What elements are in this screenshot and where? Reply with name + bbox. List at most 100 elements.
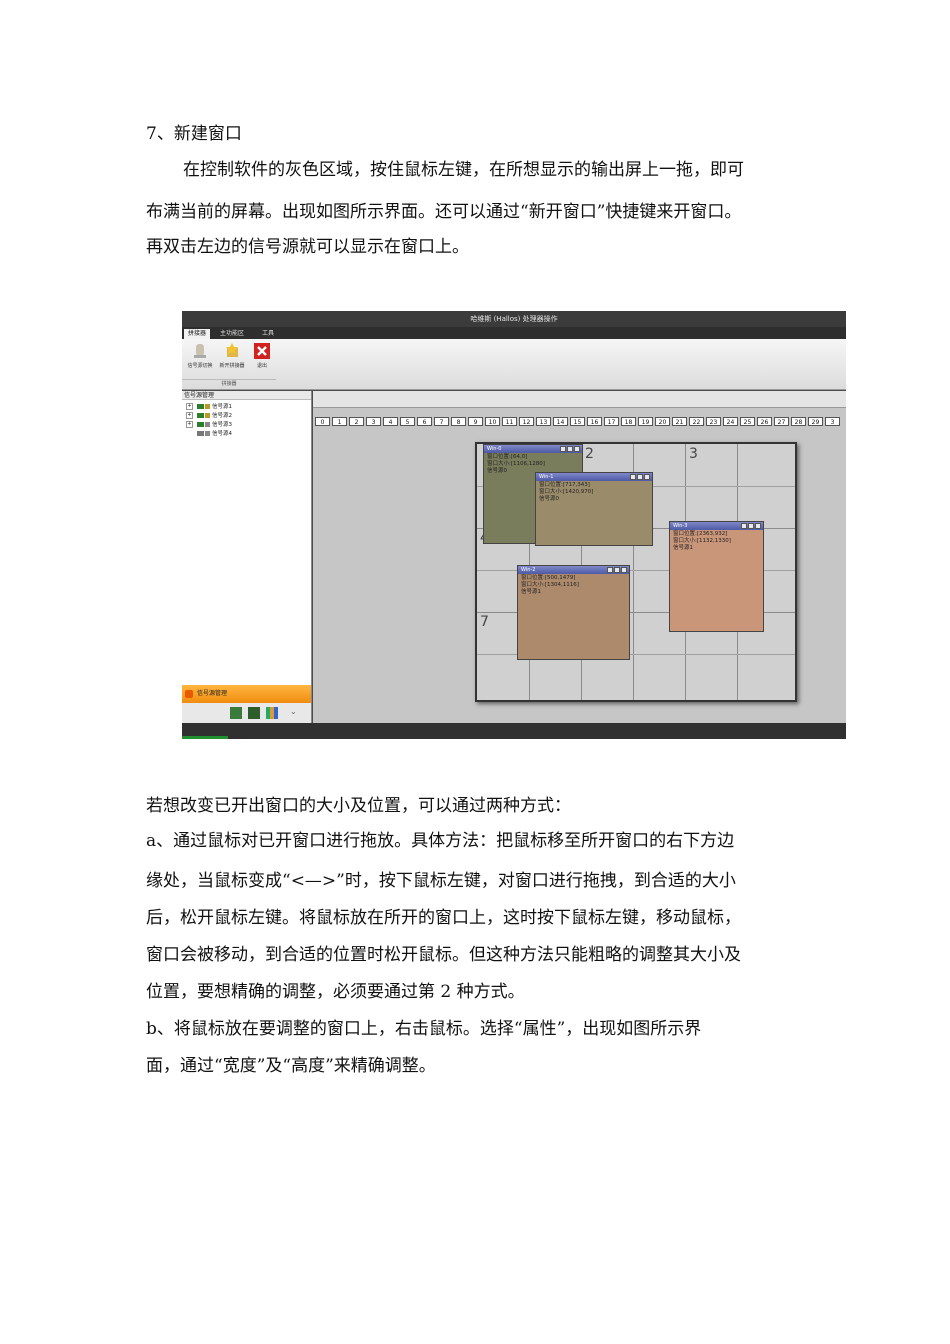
document-icon — [205, 431, 210, 436]
software-screenshot: 哈维斯 (Hallos) 处理器操作 拼接器 主功能区 工具 信号源切换 新开拼… — [182, 311, 846, 739]
screen-number: 2 — [585, 446, 594, 462]
source-chip-icon — [197, 431, 204, 436]
ribbon-tabs: 拼接器 主功能区 工具 — [182, 327, 846, 339]
expand-icon[interactable]: + — [186, 403, 193, 410]
source-label: 信号源4 — [212, 431, 232, 437]
new-splicer-label: 新开拼接器 — [219, 363, 245, 369]
ruler-bar: 0 1 2 3 4 5 6 7 8 9 10 11 12 13 14 15 16 17 18 19 20 21 22 23 24… — [315, 409, 846, 426]
ruler-cell: 12 — [519, 417, 534, 426]
source-manager-tab[interactable]: 信号源管理 — [182, 685, 311, 703]
window-position: 窗口位置:[64,0] — [487, 454, 528, 460]
switch-source-button[interactable]: 信号源切换 — [184, 342, 216, 376]
intro-line-3: 再双击左边的信号源就可以显示在窗口上。 — [146, 237, 469, 257]
minimize-icon[interactable] — [741, 523, 747, 529]
window-position: 窗口位置:[2363,932] — [673, 531, 728, 537]
folder-icon — [205, 404, 210, 409]
close-icon — [254, 343, 270, 359]
ruler-cell: 29 — [808, 417, 823, 426]
output-window[interactable]: Win-1 窗口位置:[717,343] 窗口大小:[1420,970] 信号源… — [535, 472, 653, 546]
ruler-cell: 21 — [672, 417, 687, 426]
ruler-cell: 5 — [400, 417, 415, 426]
window-source: 信号源0 — [539, 496, 559, 502]
status-bar — [182, 723, 846, 739]
maximize-icon[interactable] — [637, 474, 643, 480]
edit-tool-icon[interactable] — [230, 707, 242, 719]
ruler-cell: 18 — [621, 417, 636, 426]
ruler-cell: 16 — [587, 417, 602, 426]
body-line-6: 位置，要想精确的调整，必须要通过第 2 种方式。 — [146, 982, 525, 1002]
tab-tools[interactable]: 工具 — [258, 329, 278, 339]
ruler-cell: 13 — [536, 417, 551, 426]
output-window[interactable]: Win-3 窗口位置:[2363,932] 窗口大小:[1132,1330] 信… — [669, 521, 764, 632]
source-item[interactable]: 信号源4 — [186, 430, 232, 439]
ruler-cell: 4 — [383, 417, 398, 426]
ruler-cell: 15 — [570, 417, 585, 426]
source-item[interactable]: + 信号源1 — [186, 403, 232, 412]
source-chip-icon — [197, 422, 204, 427]
ruler-cell: 20 — [655, 417, 670, 426]
body-line-4: 后，松开鼠标左键。将鼠标放在所开的窗口上，这时按下鼠标左键，移动鼠标， — [146, 908, 741, 928]
ribbon: 信号源切换 新开拼接器 退出 拼接器 — [182, 339, 846, 390]
exit-button[interactable]: 退出 — [246, 342, 278, 376]
maximize-icon[interactable] — [614, 567, 620, 573]
close-icon[interactable] — [621, 567, 627, 573]
switch-source-label: 信号源切换 — [187, 363, 213, 369]
app-title: 哈维斯 (Hallos) 处理器操作 — [182, 311, 846, 327]
body-line-7: b、将鼠标放在要调整的窗口上，右击鼠标。选择“属性”，出现如图所示界 — [146, 1019, 702, 1039]
ruler-cell: 2 — [349, 417, 364, 426]
ruler-cell: 28 — [791, 417, 806, 426]
window-size: 窗口大小:[1420,970] — [539, 489, 594, 495]
new-splicer-button[interactable]: 新开拼接器 — [216, 342, 248, 376]
screen-number: 7 — [480, 614, 489, 630]
intro-line-1: 在控制软件的灰色区域，按住鼠标左键，在所想显示的输出屏上一拖，即可 — [183, 160, 744, 180]
ruler-cell: 10 — [485, 417, 500, 426]
close-icon[interactable] — [574, 446, 580, 452]
ruler-cell: 24 — [723, 417, 738, 426]
ruler-cell: 26 — [757, 417, 772, 426]
new-window-icon — [226, 343, 238, 357]
source-item[interactable]: + 信号源3 — [186, 421, 232, 430]
body-line-8: 面，通过“宽度”及“高度”来精确调整。 — [146, 1056, 436, 1076]
intro-line-2: 布满当前的屏幕。出现如图所示界面。还可以通过“新开窗口”快捷键来开窗口。 — [146, 202, 742, 222]
body-line-3: 缘处，当鼠标变成“<—>”时，按下鼠标左键，对窗口进行拖拽，到合适的大小 — [146, 871, 736, 891]
source-chip-icon — [197, 413, 204, 418]
window-position: 窗口位置:[717,343] — [539, 482, 590, 488]
body-line-2: a、通过鼠标对已开窗口进行拖放。具体方法：把鼠标移至所开窗口的右下方边 — [146, 831, 735, 851]
list-tool-icon[interactable] — [248, 707, 260, 719]
panel-toolbar: ⌄ — [182, 703, 311, 723]
tab-splicer[interactable]: 拼接器 — [184, 329, 211, 339]
window-source: 信号源1 — [673, 545, 693, 551]
ruler-cell: 8 — [451, 417, 466, 426]
source-item[interactable]: + 信号源2 — [186, 412, 232, 421]
ruler-cell: 9 — [468, 417, 483, 426]
minimize-icon[interactable] — [560, 446, 566, 452]
close-icon[interactable] — [644, 474, 650, 480]
close-icon[interactable] — [755, 523, 761, 529]
minimize-icon[interactable] — [607, 567, 613, 573]
source-manager-label: 信号源管理 — [197, 690, 228, 697]
dropdown-icon[interactable]: ⌄ — [290, 707, 297, 716]
ruler-cell: 25 — [740, 417, 755, 426]
maximize-icon[interactable] — [748, 523, 754, 529]
ruler-cell: 17 — [604, 417, 619, 426]
maximize-icon[interactable] — [567, 446, 573, 452]
minimize-icon[interactable] — [630, 474, 636, 480]
body-line-5: 窗口会被移动，到合适的位置时松开鼠标。但这种方法只能粗略的调整其大小及 — [146, 945, 741, 965]
source-label: 信号源2 — [212, 413, 232, 419]
columns-tool-icon[interactable] — [266, 707, 278, 719]
ruler-cell: 6 — [417, 417, 432, 426]
window-source: 信号源1 — [521, 589, 541, 595]
ruler-cell: 23 — [706, 417, 721, 426]
output-screen-wall[interactable]: 2 3 4 7 Win-0 窗口位置:[64,0] 窗口大小:[1106,128… — [475, 442, 797, 702]
window-position: 窗口位置:[500,1479] — [521, 575, 576, 581]
output-window[interactable]: Win-2 窗口位置:[500,1479] 窗口大小:[1304,1116] 信… — [517, 565, 630, 660]
expand-icon[interactable]: + — [186, 412, 193, 419]
folder-icon — [205, 413, 210, 418]
ruler-cell: 1 — [332, 417, 347, 426]
expand-icon[interactable]: + — [186, 421, 193, 428]
exit-label: 退出 — [256, 363, 267, 369]
tab-main-functions[interactable]: 主功能区 — [216, 329, 248, 339]
document-icon — [205, 422, 210, 427]
source-label: 信号源1 — [212, 404, 232, 410]
ruler-cell: 7 — [434, 417, 449, 426]
